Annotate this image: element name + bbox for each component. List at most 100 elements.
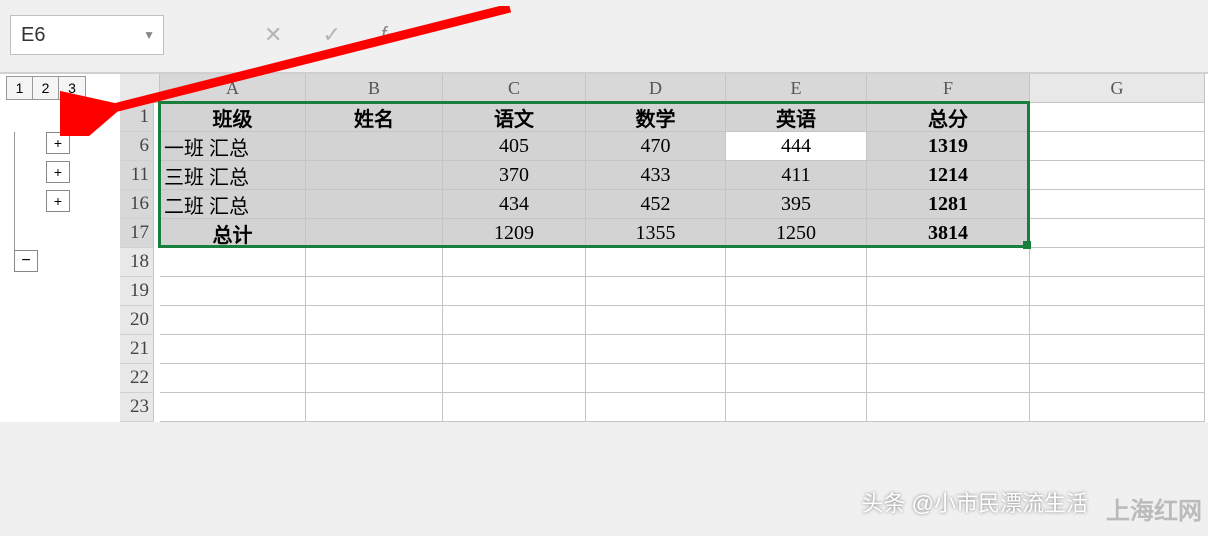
cell[interactable]: 1214 <box>867 161 1030 190</box>
accept-icon[interactable]: ✓ <box>322 22 340 48</box>
cell[interactable] <box>1030 132 1205 161</box>
cell[interactable]: 405 <box>443 132 586 161</box>
cell[interactable]: 411 <box>726 161 867 190</box>
cell[interactable] <box>306 393 443 422</box>
cancel-icon[interactable]: ✕ <box>264 22 282 48</box>
cell[interactable] <box>1030 103 1205 132</box>
cell[interactable] <box>867 393 1030 422</box>
cell[interactable] <box>726 364 867 393</box>
row-header-21[interactable]: 21 <box>120 335 154 364</box>
cell[interactable] <box>160 364 306 393</box>
row-header-11[interactable]: 11 <box>120 161 154 190</box>
cell[interactable] <box>443 277 586 306</box>
row-header-19[interactable]: 19 <box>120 277 154 306</box>
row-header-6[interactable]: 6 <box>120 132 154 161</box>
col-header-A[interactable]: A <box>160 74 306 103</box>
cell[interactable] <box>726 393 867 422</box>
cell[interactable]: 452 <box>586 190 726 219</box>
cell[interactable] <box>443 364 586 393</box>
cell[interactable] <box>586 248 726 277</box>
cell[interactable]: 1250 <box>726 219 867 248</box>
fx-icon[interactable]: fx <box>381 24 394 47</box>
cell[interactable]: 数学 <box>586 103 726 132</box>
cell[interactable] <box>1030 219 1205 248</box>
cell[interactable] <box>1030 161 1205 190</box>
name-box[interactable]: E6 ▼ <box>10 15 164 55</box>
col-header-C[interactable]: C <box>443 74 586 103</box>
active-cell[interactable]: 444 <box>726 132 867 161</box>
cell[interactable] <box>586 393 726 422</box>
spreadsheet-grid[interactable]: A B C D E F G 班级 姓名 语文 数学 英语 总分 <box>160 74 1208 422</box>
col-header-B[interactable]: B <box>306 74 443 103</box>
col-header-D[interactable]: D <box>586 74 726 103</box>
row-header-23[interactable]: 23 <box>120 393 154 422</box>
cell[interactable] <box>586 277 726 306</box>
row-header-20[interactable]: 20 <box>120 306 154 335</box>
col-header-F[interactable]: F <box>867 74 1030 103</box>
row-header-22[interactable]: 22 <box>120 364 154 393</box>
cell[interactable] <box>306 335 443 364</box>
cell[interactable] <box>726 335 867 364</box>
cell[interactable]: 班级 <box>160 103 306 132</box>
col-header-E[interactable]: E <box>726 74 867 103</box>
cell[interactable] <box>160 393 306 422</box>
cell[interactable] <box>306 190 443 219</box>
row-header-17[interactable]: 17 <box>120 219 154 248</box>
cell[interactable] <box>306 364 443 393</box>
cell[interactable] <box>1030 190 1205 219</box>
cell[interactable] <box>867 335 1030 364</box>
cell[interactable] <box>1030 277 1205 306</box>
cell[interactable]: 434 <box>443 190 586 219</box>
cell[interactable] <box>306 161 443 190</box>
row-header-1[interactable]: 1 <box>120 103 154 132</box>
cell[interactable]: 1355 <box>586 219 726 248</box>
cell[interactable] <box>443 393 586 422</box>
cell[interactable]: 姓名 <box>306 103 443 132</box>
cell[interactable]: 433 <box>586 161 726 190</box>
cell[interactable] <box>306 248 443 277</box>
cell[interactable]: 二班 汇总 <box>160 190 306 219</box>
cell[interactable] <box>160 248 306 277</box>
cell[interactable] <box>586 335 726 364</box>
cell[interactable] <box>443 248 586 277</box>
cell[interactable] <box>1030 393 1205 422</box>
outline-level-2[interactable]: 2 <box>33 77 59 99</box>
cell[interactable] <box>726 248 867 277</box>
cell[interactable] <box>867 277 1030 306</box>
corner-cell[interactable] <box>120 74 160 103</box>
cell[interactable] <box>867 364 1030 393</box>
cell[interactable] <box>160 335 306 364</box>
cell[interactable] <box>306 132 443 161</box>
row-header-16[interactable]: 16 <box>120 190 154 219</box>
outline-level-3[interactable]: 3 <box>59 77 85 99</box>
cell[interactable]: 395 <box>726 190 867 219</box>
cell[interactable] <box>306 219 443 248</box>
cell[interactable]: 总分 <box>867 103 1030 132</box>
cell[interactable] <box>867 306 1030 335</box>
cell[interactable] <box>1030 306 1205 335</box>
row-header-18[interactable]: 18 <box>120 248 154 277</box>
cell[interactable] <box>1030 335 1205 364</box>
outline-expand-1[interactable]: + <box>46 132 70 154</box>
cell[interactable]: 1319 <box>867 132 1030 161</box>
outline-expand-3[interactable]: + <box>46 190 70 212</box>
cell[interactable] <box>160 306 306 335</box>
cell[interactable]: 1281 <box>867 190 1030 219</box>
cell[interactable]: 470 <box>586 132 726 161</box>
cell[interactable]: 英语 <box>726 103 867 132</box>
cell[interactable]: 370 <box>443 161 586 190</box>
col-header-G[interactable]: G <box>1030 74 1205 103</box>
cell[interactable] <box>726 306 867 335</box>
cell[interactable] <box>586 364 726 393</box>
cell[interactable]: 语文 <box>443 103 586 132</box>
cell[interactable] <box>443 306 586 335</box>
cell[interactable]: 1209 <box>443 219 586 248</box>
cell[interactable]: 一班 汇总 <box>160 132 306 161</box>
outline-collapse[interactable]: − <box>14 250 38 272</box>
cell[interactable] <box>160 277 306 306</box>
cell[interactable] <box>1030 364 1205 393</box>
dropdown-icon[interactable]: ▼ <box>143 28 155 42</box>
cell[interactable] <box>586 306 726 335</box>
cell[interactable] <box>1030 248 1205 277</box>
cell[interactable] <box>306 306 443 335</box>
